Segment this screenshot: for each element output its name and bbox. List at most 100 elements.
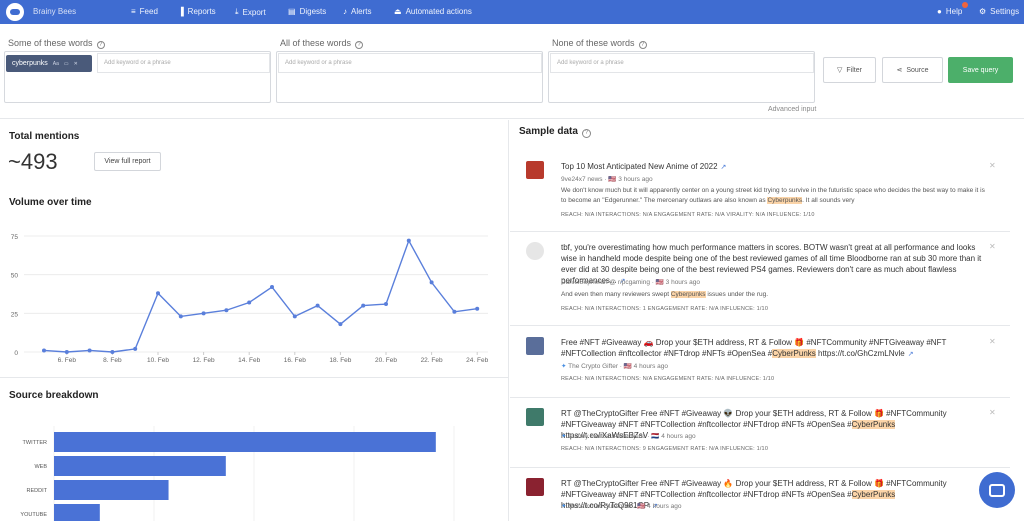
help-circle-icon: ?: [355, 41, 364, 49]
source-breakdown-title: Source breakdown: [9, 390, 99, 401]
close-icon[interactable]: ✕: [989, 161, 996, 170]
category-label: TWITTER: [23, 440, 47, 446]
help-circle-icon: ?: [581, 129, 591, 138]
item-title[interactable]: Free #NFT #Giveaway 🚗 Drop your $ETH add…: [561, 337, 991, 360]
nav-feed[interactable]: ≡ Feed: [131, 7, 158, 16]
data-point: [133, 346, 138, 351]
data-point: [315, 303, 320, 308]
chat-button[interactable]: [979, 472, 1015, 508]
column-divider: [508, 120, 509, 521]
some-words-label: Some of these words?: [8, 38, 105, 49]
data-point: [87, 348, 92, 353]
total-mentions-value: ~493: [8, 149, 58, 174]
category-label: YOUTUBE: [20, 512, 47, 518]
advanced-input-link[interactable]: Advanced input: [768, 106, 816, 113]
x-tick-label: 10. Feb: [147, 357, 169, 364]
close-icon[interactable]: ✕: [989, 408, 996, 417]
data-point: [201, 311, 206, 316]
gear-icon: ⚙: [979, 7, 987, 16]
nav-settings[interactable]: ⚙ Settings: [979, 7, 1019, 16]
item-stats: REACH: N/A INTERACTIONS: 1 ENGAGEMENT RA…: [561, 306, 769, 312]
total-mentions-title: Total mentions: [9, 131, 80, 142]
case-sensitive-icon[interactable]: Aa: [53, 61, 59, 67]
data-point: [452, 309, 457, 314]
data-point: [110, 350, 115, 354]
data-point: [338, 322, 343, 327]
bar: [54, 480, 169, 500]
save-query-button[interactable]: Save query: [948, 57, 1013, 83]
source-breakdown-chart: TWITTER WEB REDDIT YOUTUBE: [20, 426, 455, 521]
close-icon[interactable]: ✕: [989, 242, 996, 251]
nav-alerts[interactable]: ♪ Alerts: [343, 7, 371, 16]
filter-icon: ▽: [837, 67, 843, 74]
x-tick-label: 18. Feb: [329, 357, 351, 364]
nav-automated-actions[interactable]: ⏏ Automated actions: [394, 7, 472, 16]
nav-export[interactable]: ⤓ Export: [235, 7, 266, 17]
item-meta: 9ve24x7 news · 🇺🇸 3 hours ago: [561, 176, 653, 183]
sample-data-title: Sample data?: [519, 126, 591, 138]
item-stats: REACH: N/A INTERACTIONS: N/A ENGAGEMENT …: [561, 212, 815, 218]
x-tick-label: 24. Feb: [466, 357, 488, 364]
all-words-input[interactable]: Add keyword or a phrase: [278, 53, 542, 73]
x-tick-label: 20. Feb: [375, 357, 397, 364]
brand-logo[interactable]: [6, 3, 24, 21]
data-point: [406, 238, 411, 243]
twitter-icon: ✦: [561, 503, 567, 510]
bar: [54, 504, 100, 521]
close-icon[interactable]: ✕: [989, 337, 996, 346]
data-point: [224, 308, 229, 313]
item-title[interactable]: Top 10 Most Anticipated New Anime of 202…: [561, 161, 991, 173]
bar: [54, 432, 436, 452]
nav-reports[interactable]: ▐ Reports: [178, 7, 216, 16]
data-point: [178, 314, 183, 319]
data-point: [384, 302, 388, 307]
data-point: [429, 280, 434, 285]
feed-icon: ≡: [131, 7, 136, 16]
list-item[interactable]: RT @TheCryptoGifter Free #NFT #Giveaway …: [518, 404, 1006, 466]
edit-icon[interactable]: ▭: [64, 61, 69, 67]
list-item[interactable]: tbf, you're overestimating how much perf…: [518, 239, 1006, 324]
none-words-input[interactable]: Add keyword or a phrase: [550, 53, 814, 73]
list-item[interactable]: Free #NFT #Giveaway 🚗 Drop your $ETH add…: [518, 333, 1006, 395]
item-meta: ✦ Audrey Heirbaut-Wientjens · 🇳🇱 4 hours…: [561, 433, 696, 440]
top-nav: Brainy Bees ≡ Feed ▐ Reports ⤓ Export ▤ …: [0, 0, 1024, 24]
y-tick-label: 75: [11, 234, 19, 241]
source-button[interactable]: ⋖ Source: [882, 57, 943, 83]
help-circle-icon: ?: [638, 41, 647, 49]
bar: [54, 456, 226, 476]
avatar: [526, 337, 544, 355]
avatar: [526, 242, 544, 260]
list-item[interactable]: Top 10 Most Anticipated New Anime of 202…: [518, 155, 1006, 231]
external-link-icon: ↗: [720, 164, 727, 171]
data-point: [42, 348, 46, 353]
divider: [510, 325, 1010, 326]
nav-digests[interactable]: ▤ Digests: [288, 7, 326, 16]
item-meta: ✦ Mohammad Suleiman · 🇺🇸 4 hours ago: [561, 503, 682, 510]
x-tick-label: 6. Feb: [58, 357, 77, 364]
item-meta: DanielSopheran @ r/pcgaming · 🇺🇸 3 hours…: [561, 279, 700, 286]
list-item[interactable]: RT @TheCryptoGifter Free #NFT #Giveaway …: [518, 474, 1006, 521]
notification-badge: [962, 2, 968, 8]
item-meta: ✦ The Crypto Gifter · 🇺🇸 4 hours ago: [561, 363, 669, 370]
close-icon[interactable]: ✕: [74, 61, 78, 67]
y-tick-label: 50: [11, 273, 19, 280]
none-words-label: None of these words?: [552, 38, 647, 49]
filter-button[interactable]: ▽ Filter: [823, 57, 876, 83]
reports-icon: ▐: [178, 7, 184, 16]
data-point: [270, 285, 274, 290]
nav-help[interactable]: ● Help: [937, 7, 962, 16]
item-body: We don't know much but it will apparentl…: [561, 187, 985, 204]
data-point: [64, 350, 69, 354]
x-tick-label: 12. Feb: [193, 357, 215, 364]
help-icon: ●: [937, 7, 942, 16]
x-tick-label: 8. Feb: [103, 357, 122, 364]
category-label: WEB: [34, 464, 47, 470]
keyword-chip[interactable]: cyberpunks Aa ▭ ✕: [6, 55, 92, 72]
automation-icon: ⏏: [394, 7, 402, 16]
x-tick-label: 22. Feb: [421, 357, 443, 364]
divider: [0, 377, 508, 378]
series-line: [43, 238, 478, 353]
view-full-report-button[interactable]: View full report: [94, 152, 161, 171]
volume-line-chart: 0 25 50 75 6. Feb 8. Feb 10. Feb 12. Feb 14. Feb…: [11, 234, 489, 364]
some-words-input[interactable]: Add keyword or a phrase: [97, 53, 270, 73]
